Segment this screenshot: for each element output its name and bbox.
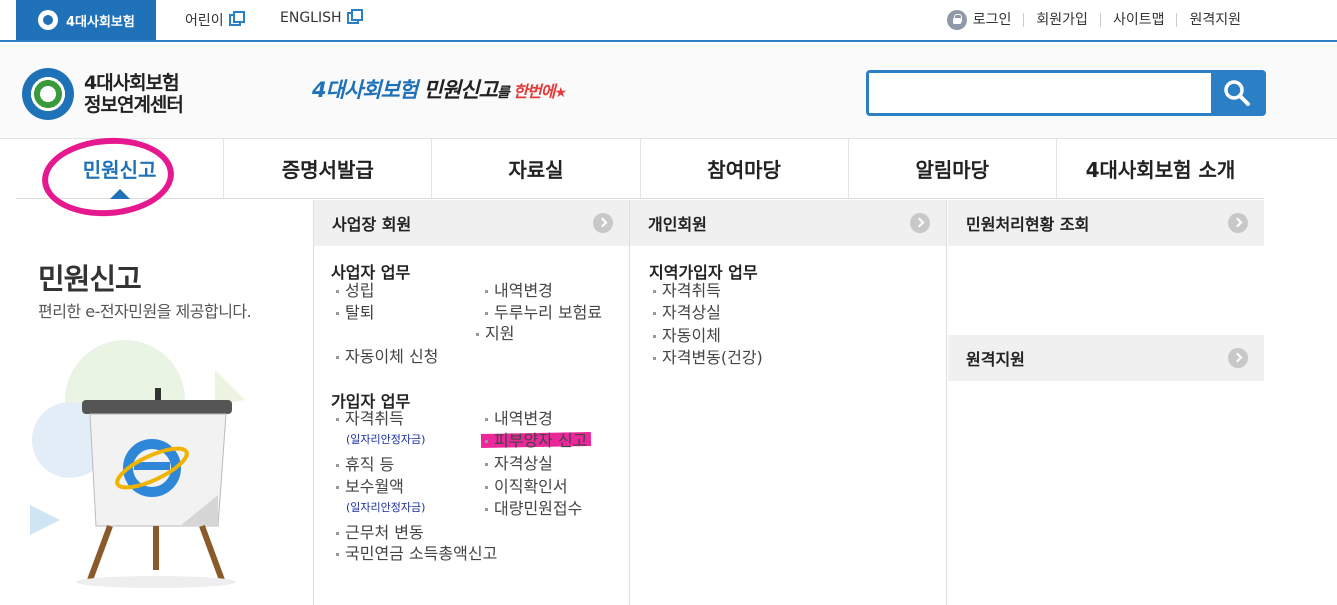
slogan-part4: 한번에	[508, 82, 555, 101]
job-fund-note: (일자리안정자금)	[346, 501, 426, 514]
regional-work-title: 지역가입자 업무	[649, 263, 758, 282]
search-icon	[1224, 80, 1250, 106]
menu-link-acquire[interactable]: 자격취득	[336, 409, 404, 429]
remote-support-header[interactable]: 원격지원	[948, 335, 1264, 381]
menu-link-regional-auto-transfer[interactable]: 자동이체	[653, 326, 721, 346]
arrow-right-icon	[1228, 213, 1248, 233]
logo-text: 4대사회보험 정보연계센터	[84, 72, 184, 116]
kids-link[interactable]: 어린이	[185, 10, 245, 30]
business-member-header[interactable]: 사업장 회원	[314, 200, 629, 246]
remote-support-link[interactable]: 원격지원	[1176, 13, 1253, 27]
nav-item-complaint[interactable]: 민원신고	[16, 139, 225, 199]
english-link-label: ENGLISH	[280, 10, 342, 26]
page: 4대사회보험 어린이 ENGLISH 로그인 회원가입 사이트맵 원격지원 4대…	[0, 0, 1337, 605]
nav-item-participation[interactable]: 참여마당	[641, 139, 849, 198]
menu-link-separation[interactable]: 이직확인서	[485, 477, 568, 497]
arrow-right-icon	[1228, 348, 1248, 368]
arrow-right-icon	[910, 213, 930, 233]
search-input[interactable]	[869, 73, 1211, 113]
site-header: 4대사회보험 정보연계센터 4대사회보험 민원신고를 한번에★	[0, 44, 1337, 139]
slogan-part1: 4대사회보험	[312, 78, 418, 102]
intro-title: 민원신고	[38, 262, 142, 296]
menu-link-durunuri[interactable]: 두루누리 보험료	[484, 303, 602, 323]
login-link[interactable]: 로그인	[946, 10, 1024, 30]
menu-link-biz-change[interactable]: 내역변경	[485, 281, 553, 301]
menu-link-workplace-change[interactable]: 근무처 변동	[336, 523, 424, 543]
menu-link-bulk[interactable]: 대량민원접수	[484, 499, 582, 519]
menu-link-withdraw[interactable]: 탈퇴	[335, 303, 374, 323]
sitemap-link[interactable]: 사이트맵	[1099, 13, 1177, 27]
menu-link-loss[interactable]: 자격상실	[485, 454, 553, 474]
status-inquiry-heading: 민원처리현황 조회	[966, 215, 1090, 234]
utility-links: 로그인 회원가입 사이트맵 원격지원	[946, 10, 1253, 30]
star-icon: ★	[554, 85, 567, 101]
status-inquiry-header[interactable]: 민원처리현황 조회	[948, 200, 1264, 246]
nav-item-notice[interactable]: 알림마당	[849, 139, 1057, 198]
brand-tab-label: 4대사회보험	[66, 14, 135, 30]
menu-link-sub-change[interactable]: 내역변경	[485, 409, 553, 429]
english-link[interactable]: ENGLISH	[280, 9, 363, 26]
intro-subtitle: 편리한 e-전자민원을 제공합니다.	[38, 302, 252, 321]
header-slogan: 4대사회보험 민원신고를 한번에★	[312, 74, 567, 104]
menu-link-regional-acquire[interactable]: 자격취득	[653, 281, 721, 301]
site-logo[interactable]: 4대사회보험 정보연계센터	[22, 68, 184, 120]
logo-line2: 정보연계센터	[84, 94, 184, 116]
personal-member-heading: 개인회원	[648, 215, 707, 234]
menu-link-leave[interactable]: 휴직 등	[335, 455, 394, 475]
top-utility-bar: 4대사회보험 어린이 ENGLISH 로그인 회원가입 사이트맵 원격지원	[0, 0, 1337, 42]
logo-line1: 4대사회보험	[84, 72, 180, 94]
login-label: 로그인	[972, 12, 1012, 28]
menu-link-pension-income[interactable]: 국민연금 소득총액신고	[335, 544, 497, 564]
easel-browser-illustration	[30, 340, 245, 588]
arrow-right-icon	[593, 213, 613, 233]
kids-link-label: 어린이	[185, 13, 224, 29]
menu-link-establish[interactable]: 성립	[335, 281, 374, 301]
menu-link-monthly-pay[interactable]: 보수월액	[336, 477, 404, 497]
nav-item-about[interactable]: 4대사회보험 소개	[1057, 139, 1264, 198]
signup-link[interactable]: 회원가입	[1023, 13, 1100, 27]
slogan-part3: 를	[496, 85, 510, 101]
search-button[interactable]	[1211, 73, 1263, 113]
job-fund-note: (일자리안정자금)	[346, 433, 426, 446]
personal-member-header[interactable]: 개인회원	[630, 200, 946, 246]
remote-support-heading: 원격지원	[966, 350, 1025, 369]
search-box	[866, 70, 1266, 116]
business-work-title: 사업자 업무	[331, 263, 411, 282]
nav-item-archive[interactable]: 자료실	[432, 139, 641, 198]
nav-item-certificate[interactable]: 증명서발급	[224, 139, 433, 198]
lock-icon	[946, 10, 967, 30]
menu-link-regional-health-change[interactable]: 자격변동(건강)	[653, 348, 763, 368]
menu-link-dependent-report[interactable]: 피부양자 신고	[484, 431, 587, 451]
logo-emblem-icon	[22, 68, 74, 120]
new-window-icon	[228, 11, 245, 26]
menu-column-status: 민원처리현황 조회 원격지원	[948, 200, 1264, 605]
new-window-icon	[346, 9, 363, 24]
menu-link-auto-transfer-apply[interactable]: 자동이체 신청	[335, 347, 438, 367]
menu-link-regional-loss[interactable]: 자격상실	[653, 303, 721, 323]
brand-tab[interactable]: 4대사회보험	[16, 0, 156, 40]
slogan-part2: 민원신고	[417, 78, 498, 102]
brand-logo-icon	[38, 10, 58, 30]
main-nav: 민원신고 증명서발급 자료실 참여마당 알림마당 4대사회보험 소개	[16, 139, 1264, 199]
durunuri-line2: 지원	[475, 324, 515, 343]
business-member-heading: 사업장 회원	[332, 215, 412, 234]
